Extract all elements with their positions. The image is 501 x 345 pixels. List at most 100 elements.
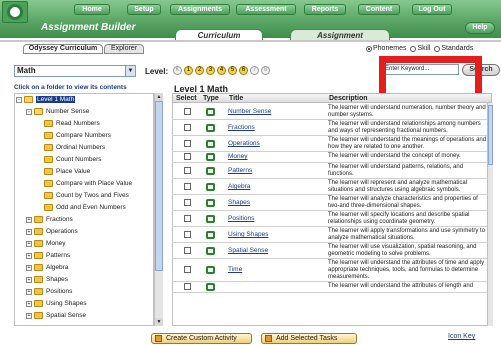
tree-item[interactable]: Read Numbers	[36, 118, 100, 129]
scroll-thumb[interactable]	[488, 105, 493, 165]
task-title-link[interactable]: Using Shapes	[228, 231, 268, 238]
tree-item[interactable]: Count by Twos and Fives	[36, 190, 129, 201]
nav-content[interactable]: Content	[358, 4, 400, 15]
task-title-link[interactable]: Positions	[228, 215, 254, 222]
table-scrollbar[interactable]	[487, 103, 493, 326]
expand-icon[interactable]: +	[26, 264, 32, 271]
nav-logout[interactable]: Log Out	[412, 4, 452, 15]
select-checkbox[interactable]	[184, 124, 191, 131]
tree-item[interactable]: + Using Shapes	[26, 298, 86, 309]
task-title-link[interactable]: Patterns	[228, 167, 252, 174]
help-button[interactable]: Help	[465, 22, 495, 34]
select-checkbox[interactable]	[184, 215, 191, 222]
tree-item[interactable]: Odd and Even Numbers	[36, 202, 126, 213]
task-description: The learner will specify locations and d…	[328, 212, 470, 225]
tree-item[interactable]: - Level 1 Math	[16, 94, 76, 105]
tree-item[interactable]: + Positions	[26, 286, 72, 297]
create-custom-activity-button[interactable]: Create Custom Activity	[151, 333, 252, 344]
select-checkbox[interactable]	[184, 108, 191, 115]
tree-item-label: Money	[46, 240, 66, 247]
tree-item[interactable]: + Patterns	[26, 250, 70, 261]
collapse-icon[interactable]: -	[26, 108, 32, 115]
select-checkbox[interactable]	[184, 167, 191, 174]
tree-item[interactable]: - Number Sense	[26, 106, 89, 117]
table-row: Operations The learner will understand th…	[172, 136, 492, 152]
chevron-down-icon[interactable]: ▼	[125, 66, 135, 76]
tree-item-label: Ordinal Numbers	[56, 144, 106, 151]
level-2-button[interactable]: 2	[195, 66, 204, 75]
nav-assessment[interactable]: Assessment	[236, 4, 296, 15]
nav-setup[interactable]: Setup	[127, 4, 161, 15]
expand-icon[interactable]: +	[26, 288, 32, 295]
nav-reports[interactable]: Reports	[304, 4, 346, 15]
collapse-icon[interactable]: -	[16, 96, 22, 103]
tree-item[interactable]: Ordinal Numbers	[36, 142, 105, 153]
button-label: Create Custom Activity	[166, 335, 237, 342]
level-5-button[interactable]: 5	[228, 66, 237, 75]
nav-assignments[interactable]: Assignments	[170, 4, 230, 15]
task-title-link[interactable]: Money	[228, 153, 248, 160]
tree-item[interactable]: + Shapes	[26, 274, 68, 285]
task-title-link[interactable]: Spatial Sense	[228, 247, 268, 254]
select-checkbox[interactable]	[184, 153, 191, 160]
table-header: Select Type Title Description	[172, 93, 492, 103]
select-checkbox[interactable]	[184, 199, 191, 206]
header-title: Title	[229, 95, 244, 102]
tree-item[interactable]: + Spatial Sense	[26, 310, 86, 321]
radio-label: Phonemes	[373, 45, 407, 52]
folder-icon	[34, 288, 43, 295]
select-checkbox[interactable]	[184, 140, 191, 147]
select-checkbox[interactable]	[184, 231, 191, 238]
level-7-button[interactable]: 7	[250, 66, 259, 75]
level-8-button[interactable]: 8	[261, 66, 270, 75]
select-checkbox[interactable]	[184, 183, 191, 190]
table-row: Number Sense The learner will understand …	[172, 104, 492, 120]
scroll-up-icon[interactable]: ▲	[155, 93, 163, 101]
tree-item-label: Fractions	[46, 216, 73, 223]
task-title-link[interactable]: Time	[228, 266, 242, 273]
add-icon	[265, 335, 272, 342]
subtab-explorer[interactable]: Explorer	[104, 44, 144, 54]
tree-item[interactable]: + Algebra	[26, 262, 68, 273]
radio-standards[interactable]: Standards	[434, 45, 473, 52]
tree-item[interactable]: Count Numbers	[36, 154, 102, 165]
task-title-link[interactable]: Algebra	[228, 183, 250, 190]
icon-key-link[interactable]: Icon Key	[448, 333, 475, 340]
subtab-odyssey-curriculum[interactable]: Odyssey Curriculum	[23, 44, 103, 54]
tree-scrollbar[interactable]: ▲ ▼	[154, 93, 163, 326]
task-title-link[interactable]: Number Sense	[228, 108, 271, 115]
task-title-link[interactable]: Shapes	[228, 199, 250, 206]
table-row: Money The learner will understand the con…	[172, 152, 492, 163]
expand-icon[interactable]: +	[26, 240, 32, 247]
task-title-link[interactable]: Fractions	[228, 124, 255, 131]
select-checkbox[interactable]	[184, 266, 191, 273]
select-checkbox[interactable]	[184, 283, 191, 290]
expand-icon[interactable]: +	[26, 312, 32, 319]
level-4-button[interactable]: 4	[217, 66, 226, 75]
expand-icon[interactable]: +	[26, 276, 32, 283]
nav-home[interactable]: Home	[74, 4, 110, 15]
level-6-button[interactable]: 6	[239, 66, 248, 75]
tree-item[interactable]: Place Value	[36, 166, 90, 177]
tree-item[interactable]: Compare with Place Value	[36, 178, 132, 189]
expand-icon[interactable]: +	[26, 216, 32, 223]
scroll-down-icon[interactable]: ▼	[155, 318, 163, 326]
subject-select[interactable]: Math ▼	[14, 65, 136, 77]
radio-phonemes[interactable]: Phonemes	[366, 45, 406, 52]
radio-skill[interactable]: Skill	[410, 45, 430, 52]
scroll-thumb[interactable]	[155, 101, 163, 271]
add-selected-tasks-button[interactable]: Add Selected Tasks	[261, 333, 357, 344]
level-3-button[interactable]: 3	[206, 66, 215, 75]
level-1-button[interactable]: 1	[184, 66, 193, 75]
tree-item[interactable]: + Fractions	[26, 214, 73, 225]
expand-icon[interactable]: +	[26, 252, 32, 259]
tree-item[interactable]: + Operations	[26, 226, 78, 237]
activity-type-icon	[206, 124, 215, 132]
select-checkbox[interactable]	[184, 247, 191, 254]
tree-item[interactable]: + Money	[26, 238, 66, 249]
expand-icon[interactable]: +	[26, 228, 32, 235]
level-K-button[interactable]: K	[173, 66, 182, 75]
tree-item[interactable]: Compare Numbers	[36, 130, 111, 141]
task-title-link[interactable]: Operations	[228, 140, 260, 147]
expand-icon[interactable]: +	[26, 300, 32, 307]
